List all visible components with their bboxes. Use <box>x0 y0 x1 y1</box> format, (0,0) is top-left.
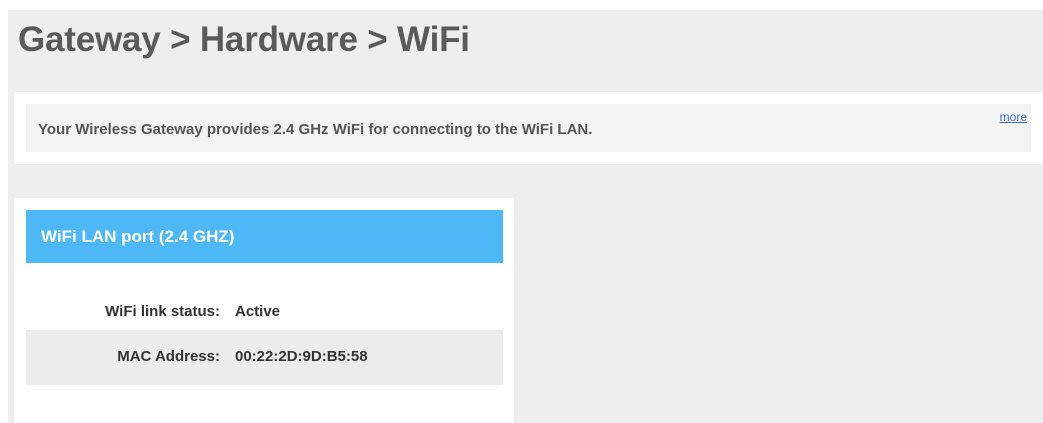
info-box: Your Wireless Gateway provides 2.4 GHz W… <box>26 104 1031 152</box>
info-text: Your Wireless Gateway provides 2.4 GHz W… <box>38 121 593 138</box>
field-row-mac-address: MAC Address: 00:22:2D:9D:B5:58 <box>26 330 503 385</box>
mac-address-label: MAC Address: <box>117 348 220 365</box>
wifi-port-card: WiFi LAN port (2.4 GHZ) WiFi link status… <box>14 198 514 423</box>
link-status-label: WiFi link status: <box>105 303 220 320</box>
mac-address-value: 00:22:2D:9D:B5:58 <box>235 348 368 365</box>
port-header-title: WiFi LAN port (2.4 GHZ) <box>41 227 235 246</box>
link-status-value: Active <box>235 303 281 320</box>
port-header: WiFi LAN port (2.4 GHZ) <box>26 210 503 263</box>
more-link[interactable]: more <box>1000 110 1027 124</box>
page-title: Gateway > Hardware > WiFi <box>18 20 470 59</box>
info-panel: Your Wireless Gateway provides 2.4 GHz W… <box>14 92 1043 164</box>
page-content: Gateway > Hardware > WiFi Your Wireless … <box>8 10 1043 423</box>
